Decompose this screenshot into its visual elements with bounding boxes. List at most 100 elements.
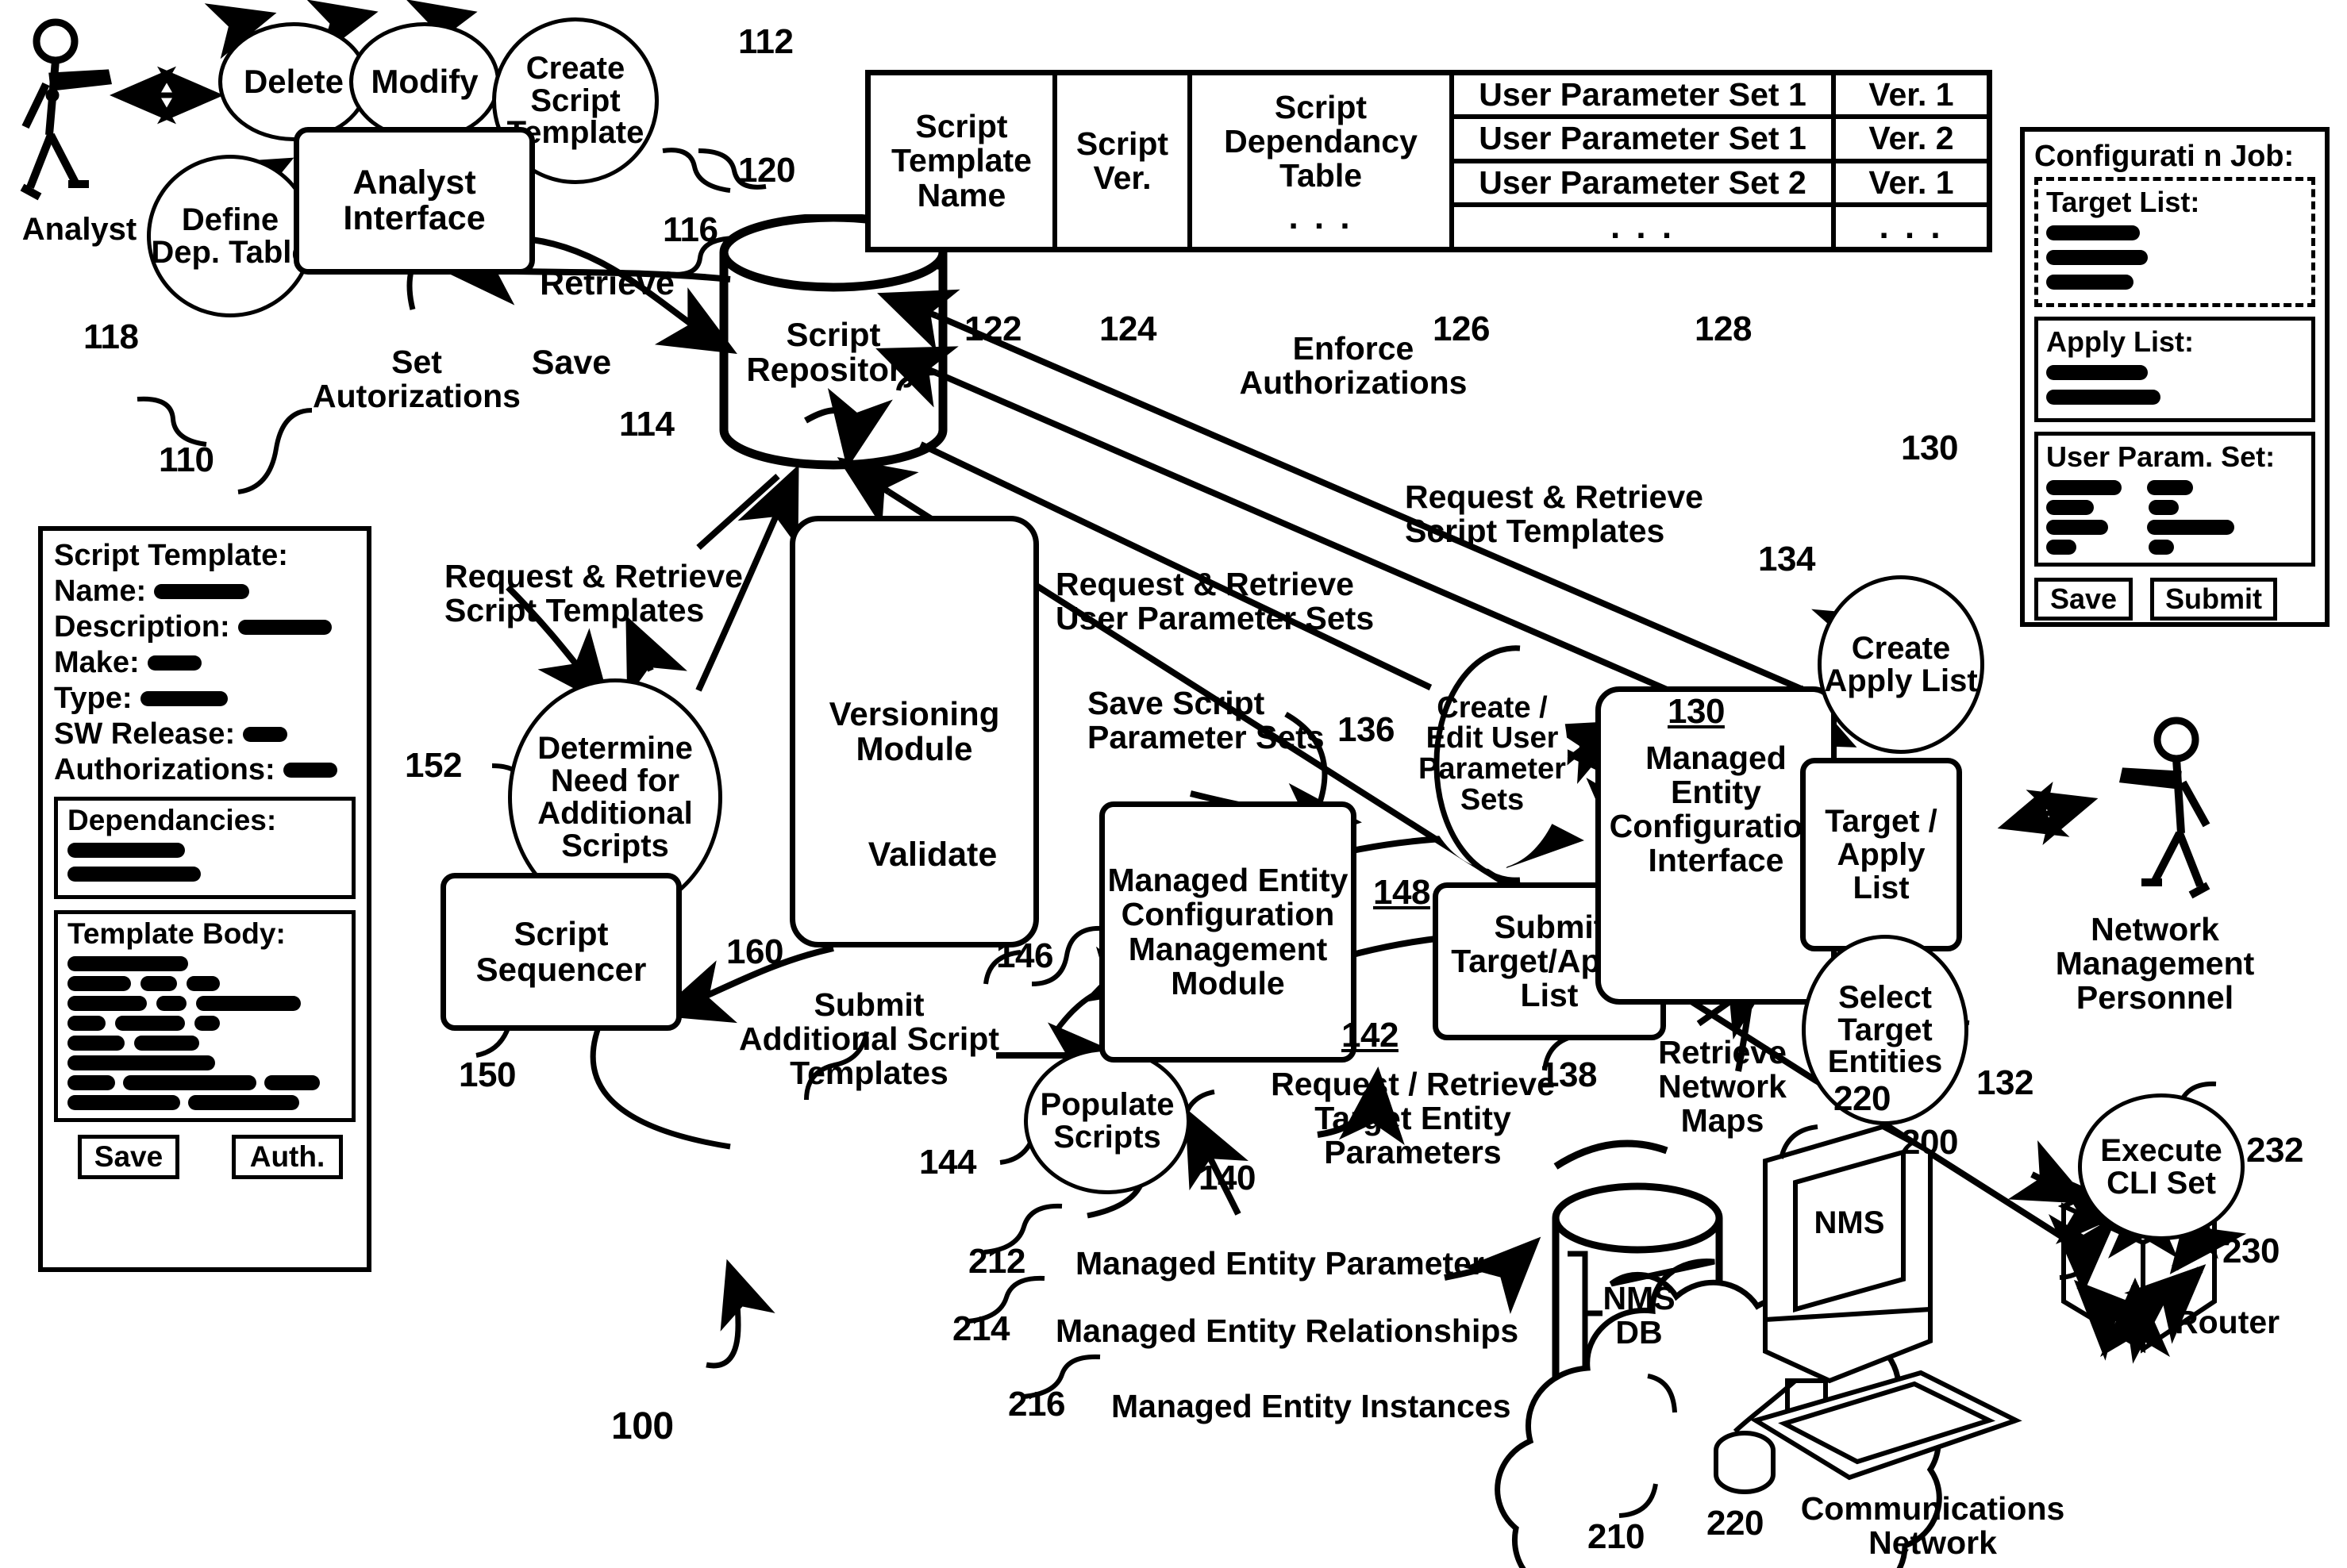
- request-retrieve-script-templates-left-label: Request & Retrieve Script Templates: [444, 558, 743, 629]
- ref-216: 216: [1008, 1385, 1065, 1424]
- table-col-dep-label: Script Dependancy Table: [1224, 89, 1418, 194]
- ref-100: 100: [611, 1405, 674, 1447]
- ref-232: 232: [2246, 1131, 2303, 1170]
- ref-130-config-job: 130: [1901, 429, 1958, 467]
- user-param-set-title: User Param. Set:: [2046, 440, 2276, 473]
- modify-node[interactable]: Modify: [349, 22, 500, 141]
- field-sw-release-label: SW Release:: [54, 717, 236, 751]
- target-list-bar: [2046, 275, 2303, 294]
- apply-list-bar: [2046, 390, 2303, 409]
- ref-160: 160: [726, 932, 783, 971]
- save-script-parameter-sets-label: Save Script Parameter Sets: [1087, 685, 1325, 756]
- db-item-managed-entity-relationships: Managed Entity Relationships: [1056, 1312, 1519, 1349]
- target-list-box: Target List:: [2034, 177, 2315, 307]
- ref-220-maps: 220: [1833, 1079, 1891, 1118]
- create-apply-list-node[interactable]: Create Apply List: [1818, 575, 1984, 754]
- define-dep-table-node[interactable]: Define Dep. Table: [147, 155, 314, 317]
- dependancies-title: Dependancies:: [67, 804, 277, 836]
- apply-list-bar: [2046, 365, 2303, 384]
- script-template-panel: Script Template: Name: Description: Make…: [38, 526, 371, 1272]
- target-list-bar: [2046, 250, 2303, 269]
- ref-144: 144: [919, 1143, 976, 1182]
- table-col-script-template-name: Script Template Name: [871, 75, 1057, 247]
- ref-150: 150: [459, 1055, 516, 1094]
- cell-user-param-set: User Parameter Set 1: [1454, 75, 1836, 115]
- request-retrieve-target-entity-parameters-label: Request / Retrieve Target Entity Paramet…: [1271, 1066, 1555, 1171]
- target-list-bar: [2046, 225, 2303, 244]
- analyst-figure-icon: [20, 18, 113, 201]
- validate-label: Validate: [868, 836, 998, 874]
- nms-db-label: NMS DB: [1603, 1280, 1676, 1351]
- ref-220-cloud: 220: [1706, 1504, 1764, 1543]
- dependancies-box: Dependancies:: [54, 797, 356, 899]
- template-body-line: [67, 1016, 342, 1031]
- db-item-managed-entity-parameters: Managed Entity Parameters: [1075, 1245, 1502, 1282]
- table-row: User Parameter Set 1 Ver. 1: [1454, 75, 1987, 120]
- user-param-set-box: User Param. Set:: [2034, 432, 2315, 567]
- execute-cli-set-node[interactable]: Execute CLI Set: [2078, 1093, 2245, 1240]
- target-list-title: Target List:: [2046, 186, 2200, 218]
- table-row: User Parameter Set 2 Ver. 1: [1454, 163, 1987, 207]
- field-description: Description:: [54, 610, 356, 644]
- request-retrieve-script-templates-right-label: Request & Retrieve Script Templates: [1405, 478, 1703, 550]
- config-save-button[interactable]: Save: [2034, 578, 2133, 621]
- table-row: User Parameter Set 1 Ver. 2: [1454, 119, 1987, 163]
- config-submit-button[interactable]: Submit: [2150, 578, 2277, 621]
- template-body-line: [67, 1036, 342, 1051]
- populate-scripts-node[interactable]: Populate Scripts: [1024, 1047, 1191, 1194]
- analyst-label: Analyst: [21, 212, 137, 247]
- user-param-row: [2046, 540, 2303, 555]
- versioning-module-node[interactable]: Versioning Module: [790, 516, 1039, 947]
- ref-120: 120: [738, 151, 795, 190]
- ref-136: 136: [1337, 710, 1395, 749]
- cell-ver: Ver. 1: [1868, 76, 1954, 113]
- ref-138: 138: [1540, 1055, 1597, 1094]
- ref-118: 118: [83, 317, 139, 356]
- analyst-interface-node[interactable]: Analyst Interface: [294, 127, 535, 275]
- table-param-rows: User Parameter Set 1 Ver. 1 User Paramet…: [1454, 75, 1987, 247]
- ref-128: 128: [1695, 309, 1752, 348]
- ref-116: 116: [663, 210, 718, 249]
- table-row: . . . . . .: [1454, 206, 1987, 247]
- template-body-line: [67, 996, 342, 1011]
- template-save-button[interactable]: Save: [78, 1135, 179, 1179]
- ref-140: 140: [1199, 1159, 1256, 1197]
- script-template-buttons: Save Auth.: [54, 1135, 356, 1179]
- field-make: Make:: [54, 646, 356, 680]
- template-body-title: Template Body:: [67, 917, 286, 950]
- network-personnel-figure-icon: [2118, 717, 2210, 899]
- script-sequencer-node[interactable]: Script Sequencer: [441, 873, 682, 1031]
- set-authorizations-label: Set Autorizations: [313, 344, 521, 415]
- ref-210: 210: [1587, 1517, 1645, 1556]
- ref-142: 142: [1341, 1016, 1399, 1055]
- field-authorizations: Authorizations:: [54, 753, 356, 787]
- network-personnel-label: Network Management Personnel: [2055, 911, 2255, 1017]
- ref-130-interface: 130: [1663, 692, 1729, 732]
- apply-list-box: Apply List:: [2034, 317, 2315, 422]
- dependancy-bar: [67, 867, 342, 886]
- ref-112: 112: [738, 22, 794, 61]
- table-col-script-dependancy-table: Script Dependancy Table . . .: [1192, 75, 1454, 247]
- user-param-row: [2046, 500, 2303, 515]
- cell-user-param-set: . . .: [1454, 206, 1836, 247]
- delete-node[interactable]: Delete: [218, 22, 369, 141]
- save-label: Save: [531, 344, 612, 382]
- patent-figure: Analyst Network Management Personnel Del…: [0, 0, 2347, 1568]
- ref-214: 214: [952, 1309, 1010, 1348]
- target-apply-list-node[interactable]: Target / Apply List: [1800, 758, 1962, 951]
- me-config-interface-label: Managed Entity Configuration Interface: [1609, 740, 1823, 879]
- db-item-managed-entity-instances: Managed Entity Instances: [1111, 1388, 1511, 1424]
- create-edit-user-param-outline: [1433, 645, 1521, 883]
- field-authorizations-label: Authorizations:: [54, 753, 275, 786]
- cell-ver: Ver. 2: [1868, 120, 1954, 157]
- managed-entity-config-mgmt-module-node[interactable]: Managed Entity Configuration Management …: [1099, 801, 1356, 1063]
- template-auth-button[interactable]: Auth.: [232, 1135, 343, 1179]
- field-name-label: Name:: [54, 575, 147, 608]
- template-body-line: [67, 1075, 342, 1090]
- communications-network-label: Communications Network: [1800, 1490, 2065, 1562]
- script-template-table: Script Template Name Script Ver. Script …: [865, 70, 1992, 252]
- retrieve-network-maps-label: Retrieve Network Maps: [1658, 1034, 1787, 1139]
- ref-230: 230: [2222, 1232, 2280, 1270]
- user-param-row: [2046, 520, 2303, 535]
- config-job-title: Configurati n Job:: [2034, 140, 2295, 173]
